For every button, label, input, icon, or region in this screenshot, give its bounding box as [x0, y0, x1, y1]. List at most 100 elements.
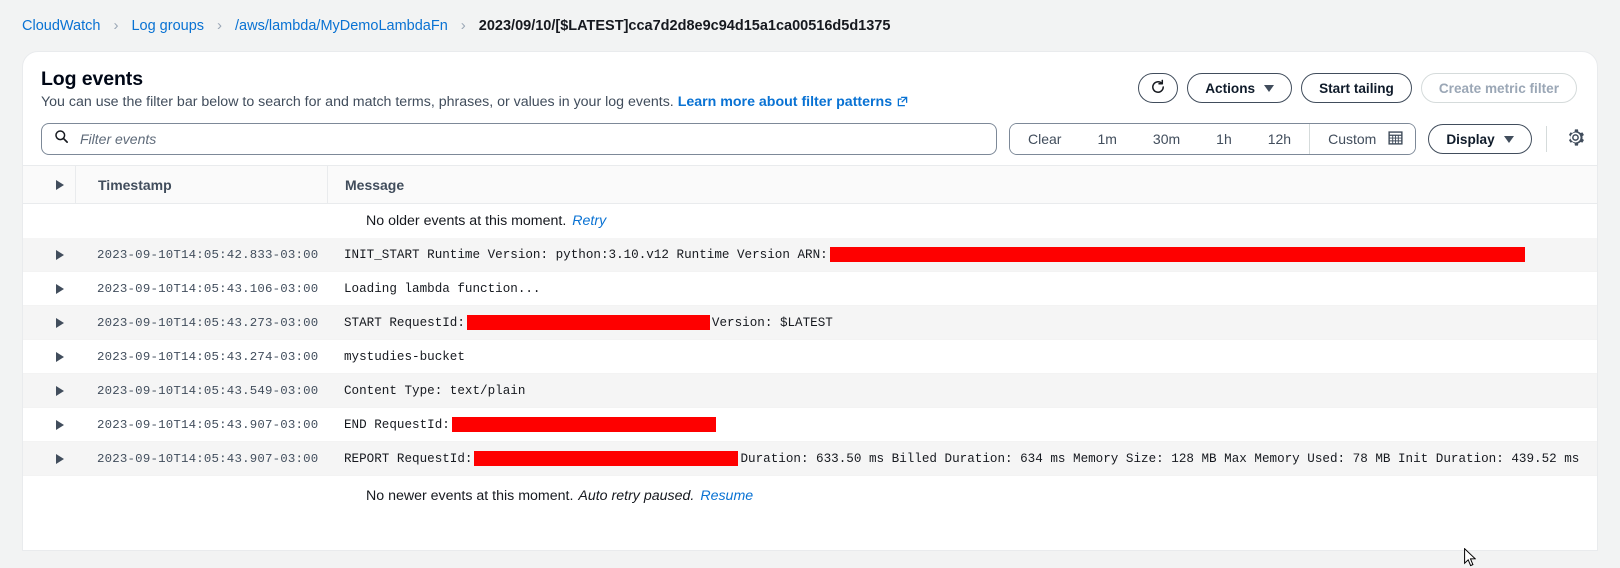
search-input[interactable] [78, 124, 996, 154]
row-expand-cell[interactable] [23, 419, 75, 430]
row-message: START RequestId: Version: $LATEST [344, 315, 833, 330]
row-timestamp-cell: 2023-09-10T14:05:42.833-03:00 [75, 238, 327, 271]
expand-row-triangle-icon[interactable] [56, 249, 64, 260]
message-segment: Content Type: text/plain [344, 383, 526, 398]
table-row[interactable]: 2023-09-10T14:05:43.907-03:00 END Request… [23, 408, 1597, 442]
row-message: END RequestId: [344, 417, 718, 432]
panel-action-buttons: Actions Start tailing Create metric filt… [1138, 66, 1577, 103]
expand-row-triangle-icon[interactable] [56, 385, 64, 396]
breadcrumb-item-1[interactable]: Log groups [131, 18, 204, 34]
search-icon [54, 129, 69, 149]
table-row[interactable]: 2023-09-10T14:05:43.274-03:00 mystudies-b… [23, 340, 1597, 374]
row-message: mystudies-bucket [344, 350, 465, 364]
message-segment: Loading lambda function... [344, 281, 541, 296]
row-timestamp: 2023-09-10T14:05:43.273-03:00 [97, 315, 319, 330]
row-expand-cell[interactable] [23, 283, 75, 294]
refresh-icon [1150, 79, 1166, 98]
row-timestamp: 2023-09-10T14:05:43.274-03:00 [97, 349, 319, 364]
log-events-table: Timestamp Message No older events at thi… [23, 165, 1597, 516]
expand-all-triangle-icon[interactable] [56, 179, 64, 190]
row-timestamp-cell: 2023-09-10T14:05:43.907-03:00 [75, 408, 327, 441]
toolbar-divider [1545, 126, 1547, 152]
row-expand-cell[interactable] [23, 249, 75, 260]
expand-row-triangle-icon[interactable] [56, 283, 64, 294]
panel-description: You can use the filter bar below to sear… [41, 93, 908, 113]
time-range-custom-label: Custom [1328, 131, 1377, 147]
table-row[interactable]: 2023-09-10T14:05:43.106-03:00 Loading lam… [23, 272, 1597, 306]
redacted-text-block [474, 451, 739, 466]
older-events-notice: No older events at this moment. Retry [23, 204, 1597, 238]
row-message: REPORT RequestId: Duration: 633.50 ms Bi… [344, 451, 1579, 466]
auto-retry-status: Auto retry paused. [578, 488, 695, 504]
row-expand-cell[interactable] [23, 351, 75, 362]
expand-all-cell[interactable] [23, 179, 75, 190]
log-events-panel: Log events You can use the filter bar be… [22, 51, 1598, 551]
breadcrumb-item-2[interactable]: /aws/lambda/MyDemoLambdaFn [235, 18, 448, 34]
row-expand-cell[interactable] [23, 385, 75, 396]
row-expand-cell[interactable] [23, 453, 75, 464]
column-header-message[interactable]: Message [327, 166, 1597, 203]
filter-toolbar: Clear1m30m1h12h Custom Display [23, 113, 1597, 165]
message-segment: INIT_START Runtime Version: python:3.10.… [344, 247, 828, 262]
display-button[interactable]: Display [1428, 124, 1532, 154]
time-range-custom[interactable]: Custom [1309, 124, 1416, 154]
display-button-label: Display [1446, 131, 1495, 147]
row-message-cell: START RequestId: Version: $LATEST [327, 306, 1597, 339]
breadcrumb-item-0[interactable]: CloudWatch [22, 18, 100, 34]
row-expand-cell[interactable] [23, 317, 75, 328]
breadcrumb-separator-icon: › [113, 17, 119, 34]
retry-link[interactable]: Retry [572, 213, 606, 229]
table-row[interactable]: 2023-09-10T14:05:43.273-03:00 START Reque… [23, 306, 1597, 340]
chevron-down-icon [1503, 135, 1514, 143]
row-timestamp: 2023-09-10T14:05:42.833-03:00 [97, 247, 319, 262]
row-timestamp: 2023-09-10T14:05:43.549-03:00 [97, 383, 319, 398]
expand-row-triangle-icon[interactable] [56, 453, 64, 464]
chevron-down-icon [1264, 84, 1275, 92]
refresh-button[interactable] [1138, 73, 1179, 103]
actions-button[interactable]: Actions [1187, 73, 1293, 103]
row-timestamp-cell: 2023-09-10T14:05:43.274-03:00 [75, 340, 327, 373]
panel-header: Log events You can use the filter bar be… [23, 52, 1597, 113]
message-segment: START RequestId: [344, 315, 465, 330]
settings-button[interactable] [1563, 126, 1589, 152]
external-link-icon [897, 94, 908, 113]
redacted-text-block [466, 315, 710, 330]
table-row[interactable]: 2023-09-10T14:05:42.833-03:00 INIT_START … [23, 238, 1597, 272]
row-timestamp: 2023-09-10T14:05:43.907-03:00 [97, 451, 319, 466]
learn-more-link[interactable]: Learn more about filter patterns [678, 94, 892, 110]
expand-row-triangle-icon[interactable] [56, 351, 64, 362]
page-title: Log events [41, 68, 143, 90]
row-message-cell: Loading lambda function... [327, 272, 1597, 305]
row-message: Loading lambda function... [344, 282, 541, 296]
start-tailing-button[interactable]: Start tailing [1301, 73, 1412, 103]
table-row[interactable]: 2023-09-10T14:05:43.907-03:00 REPORT Requ… [23, 442, 1597, 476]
row-message: INIT_START Runtime Version: python:3.10.… [344, 247, 1527, 262]
expand-row-triangle-icon[interactable] [56, 419, 64, 430]
create-metric-filter-button[interactable]: Create metric filter [1420, 73, 1577, 103]
resume-link[interactable]: Resume [700, 488, 753, 504]
older-events-notice-text: No older events at this moment. [366, 213, 567, 229]
calendar-icon [1388, 130, 1403, 148]
newer-events-notice: No newer events at this moment. Auto ret… [23, 476, 1597, 516]
newer-events-notice-text: No newer events at this moment. [366, 488, 574, 504]
table-row[interactable]: 2023-09-10T14:05:43.549-03:00 Content Typ… [23, 374, 1597, 408]
message-segment: END RequestId: [344, 417, 450, 432]
message-segment: Duration: 633.50 ms Billed Duration: 634… [740, 451, 1580, 466]
time-range-1m[interactable]: 1m [1079, 124, 1135, 154]
row-message: Content Type: text/plain [344, 384, 525, 398]
time-range-1h[interactable]: 1h [1198, 124, 1250, 154]
column-header-timestamp[interactable]: Timestamp [75, 166, 327, 203]
time-range-clear[interactable]: Clear [1010, 124, 1080, 154]
message-segment: REPORT RequestId: [344, 451, 473, 466]
row-timestamp-cell: 2023-09-10T14:05:43.106-03:00 [75, 272, 327, 305]
table-header-row: Timestamp Message [23, 166, 1597, 204]
row-message-cell: Content Type: text/plain [327, 374, 1597, 407]
time-range-30m[interactable]: 30m [1134, 124, 1199, 154]
table-body: 2023-09-10T14:05:42.833-03:00 INIT_START … [23, 238, 1597, 476]
time-range-12h[interactable]: 12h [1249, 124, 1310, 154]
breadcrumb-separator-icon: › [217, 17, 223, 34]
expand-row-triangle-icon[interactable] [56, 317, 64, 328]
gear-icon [1566, 128, 1585, 150]
filter-events-field[interactable] [41, 123, 997, 155]
row-timestamp-cell: 2023-09-10T14:05:43.907-03:00 [75, 442, 327, 475]
